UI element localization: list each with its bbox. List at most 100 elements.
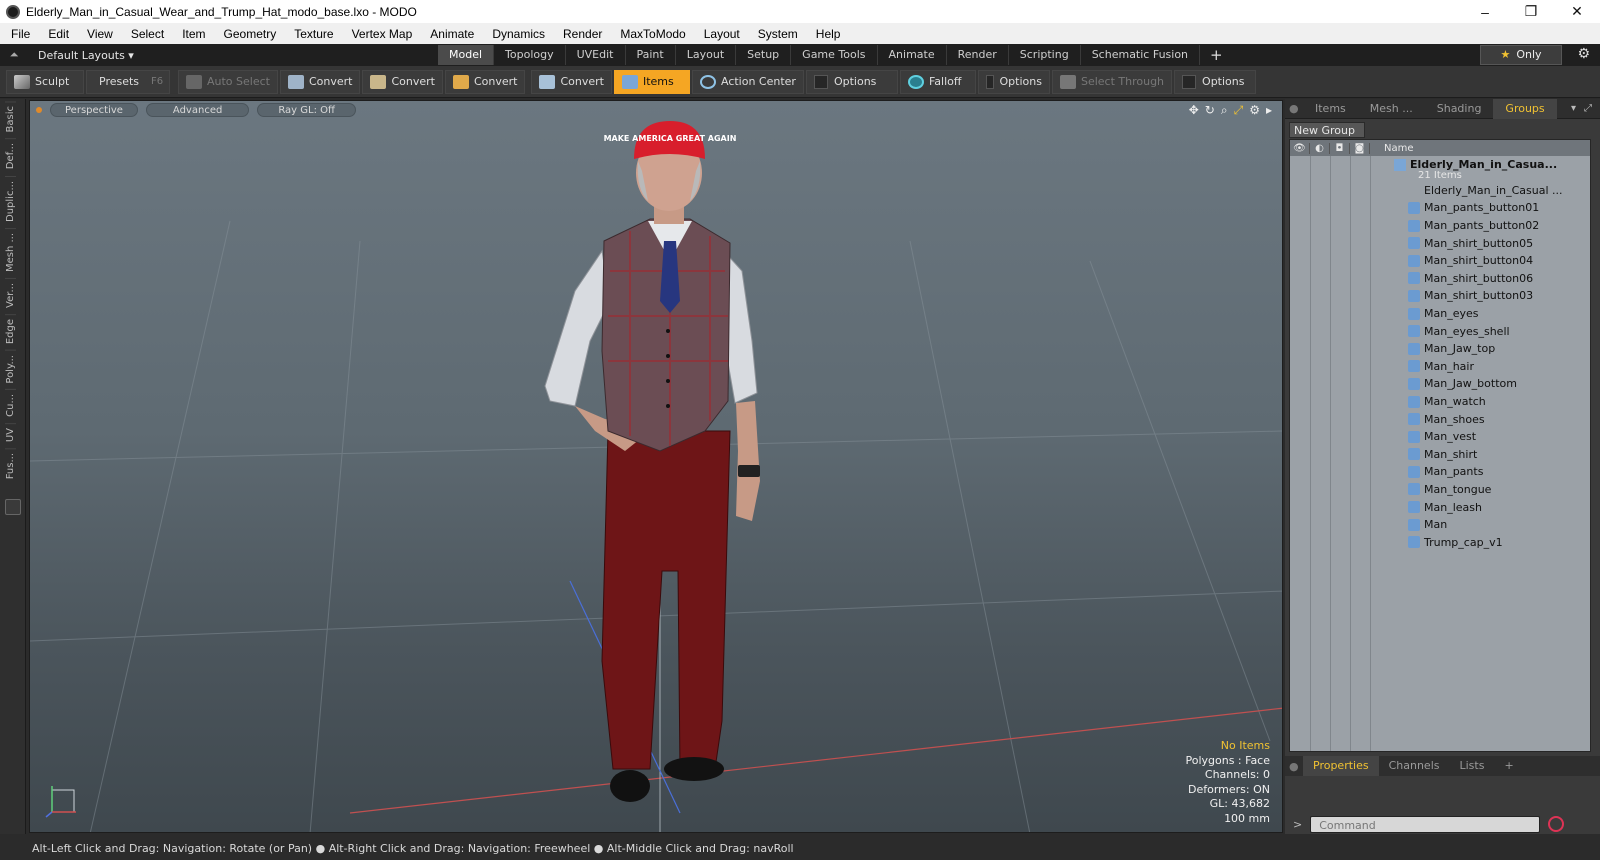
menu-vertex-map[interactable]: Vertex Map — [341, 27, 420, 41]
tab-channels[interactable]: Channels — [1379, 756, 1450, 776]
sculpt-button[interactable]: Sculpt — [6, 69, 84, 94]
rotate-icon[interactable]: ↻ — [1205, 103, 1215, 118]
convert-items-button[interactable]: Convert — [531, 69, 612, 94]
convert-polygons-button[interactable]: Convert — [444, 69, 526, 94]
name-column-header[interactable]: Name — [1370, 143, 1414, 154]
group-item-row[interactable]: Man_hair — [1290, 358, 1590, 376]
viewport-settings-icon[interactable]: ⚙ — [1249, 103, 1260, 118]
convert-edges-button[interactable]: Convert — [362, 69, 443, 94]
gear-icon[interactable]: ⚙ — [1577, 46, 1590, 62]
menu-view[interactable]: View — [76, 27, 120, 41]
falloff-button[interactable]: Falloff — [899, 69, 976, 94]
group-item-row[interactable]: Man_pants_button02 — [1290, 217, 1590, 235]
presets-button[interactable]: Presets F6 — [86, 69, 170, 94]
tab-items[interactable]: Items — [1303, 99, 1358, 119]
select-column-icon[interactable]: ◙ — [1350, 142, 1370, 154]
tab-topology[interactable]: Topology — [494, 45, 566, 65]
perspective-dropdown[interactable]: Perspective — [50, 103, 138, 117]
tab-uvedit[interactable]: UVEdit — [566, 45, 626, 65]
viewport-menu-dot[interactable] — [36, 107, 42, 113]
tab-setup[interactable]: Setup — [736, 45, 792, 65]
advanced-dropdown[interactable]: Advanced — [145, 103, 250, 117]
3d-viewport[interactable]: MAKE AMERICA GREAT AGAIN Perspective Adv… — [29, 100, 1283, 833]
tab-basic[interactable]: Basic — [5, 101, 16, 137]
convert-vertices-button[interactable]: Convert — [279, 69, 361, 94]
panel-popout-icon[interactable]: ⤢ — [1584, 103, 1592, 114]
tab-fusion[interactable]: Fus... — [5, 448, 16, 484]
tab-shading[interactable]: Shading — [1425, 99, 1494, 119]
tab-uv[interactable]: UV — [5, 423, 16, 447]
add-tab-button[interactable]: + — [1200, 45, 1233, 65]
tab-scripting[interactable]: Scripting — [1009, 45, 1081, 65]
menu-dynamics[interactable]: Dynamics — [481, 27, 552, 41]
group-item-row[interactable]: Man_watch — [1290, 393, 1590, 411]
group-item-row[interactable]: Trump_cap_v1 — [1290, 533, 1590, 551]
menu-texture[interactable]: Texture — [283, 27, 340, 41]
tab-polygon[interactable]: Poly... — [5, 349, 16, 388]
group-item-row[interactable]: Man_eyes — [1290, 305, 1590, 323]
group-item-row[interactable]: Man_pants — [1290, 463, 1590, 481]
group-item-row[interactable]: Man_Jaw_bottom — [1290, 375, 1590, 393]
tab-mesh-ops[interactable]: Mesh ... — [1358, 99, 1425, 119]
tab-layout[interactable]: Layout — [676, 45, 737, 65]
panel-menu-dot[interactable]: ● — [1289, 102, 1303, 115]
tab-groups[interactable]: Groups — [1493, 98, 1557, 119]
group-item-row[interactable]: Man_shirt — [1290, 446, 1590, 464]
tab-mesh[interactable]: Mesh ... — [5, 227, 16, 276]
group-item-row[interactable]: Man_vest — [1290, 428, 1590, 446]
menu-render[interactable]: Render — [552, 27, 609, 41]
tab-vertex[interactable]: Ver... — [5, 277, 16, 312]
menu-maxtomodo[interactable]: MaxToModo — [609, 27, 692, 41]
fit-icon[interactable]: ⤢ — [1234, 103, 1244, 118]
menu-file[interactable]: File — [0, 27, 37, 41]
tab-duplicate[interactable]: Duplic... — [5, 175, 16, 226]
close-button[interactable]: ✕ — [1554, 0, 1600, 23]
zoom-icon[interactable]: ⌕ — [1221, 103, 1228, 118]
add-panel-tab-button[interactable]: + — [1494, 756, 1523, 776]
menu-animate[interactable]: Animate — [419, 27, 481, 41]
tab-schematic-fusion[interactable]: Schematic Fusion — [1081, 45, 1201, 65]
select-through-options-button[interactable]: Options — [1174, 69, 1257, 94]
maximize-button[interactable]: ❐ — [1508, 0, 1554, 23]
default-layouts-dropdown[interactable]: Default Layouts ▾ — [38, 49, 438, 62]
tab-lists[interactable]: Lists — [1450, 756, 1495, 776]
falloff-options-button[interactable]: Options — [977, 69, 1050, 94]
action-center-button[interactable]: Action Center — [691, 69, 804, 94]
command-input[interactable]: Command — [1310, 815, 1541, 833]
group-item-row[interactable]: Man_shirt_button05 — [1290, 234, 1590, 252]
tab-model[interactable]: Model — [438, 45, 495, 65]
lock-column-icon[interactable]: ◘ — [1330, 142, 1350, 154]
new-group-button[interactable]: New Group — [1289, 122, 1365, 138]
tab-animate[interactable]: Animate — [878, 45, 947, 65]
menu-select[interactable]: Select — [120, 27, 171, 41]
record-macro-icon[interactable] — [1548, 816, 1565, 832]
menu-item[interactable]: Item — [171, 27, 212, 41]
menu-help[interactable]: Help — [805, 27, 848, 41]
group-item-row[interactable]: Elderly_Man_in_Casual ... — [1290, 182, 1590, 200]
tab-game-tools[interactable]: Game Tools — [791, 45, 878, 65]
menu-edit[interactable]: Edit — [37, 27, 76, 41]
render-column-icon[interactable]: ◐ — [1310, 142, 1330, 154]
group-item-row[interactable]: Man_shirt_button04 — [1290, 252, 1590, 270]
group-item-row[interactable]: Man_shirt_button03 — [1290, 287, 1590, 305]
tab-edge[interactable]: Edge — [5, 313, 16, 348]
visibility-column-icon[interactable]: 👁 — [1290, 142, 1310, 154]
group-item-row[interactable]: Man_pants_button01 — [1290, 199, 1590, 217]
raygl-dropdown[interactable]: Ray GL: Off — [257, 103, 356, 117]
group-item-row[interactable]: Man — [1290, 516, 1590, 534]
group-item-row[interactable]: Man_shoes — [1290, 410, 1590, 428]
group-item-row[interactable]: Man_Jaw_top — [1290, 340, 1590, 358]
strip-toggle-button[interactable] — [5, 499, 21, 515]
group-item-row[interactable]: Man_eyes_shell — [1290, 322, 1590, 340]
tab-deform[interactable]: Def... — [5, 138, 16, 174]
tab-paint[interactable]: Paint — [626, 45, 676, 65]
menu-geometry[interactable]: Geometry — [213, 27, 284, 41]
minimize-button[interactable]: – — [1462, 0, 1508, 23]
viewport-expand-icon[interactable]: ▸ — [1266, 103, 1272, 118]
menu-system[interactable]: System — [747, 27, 805, 41]
tab-curve[interactable]: Cu... — [5, 389, 16, 422]
tab-render[interactable]: Render — [947, 45, 1009, 65]
auto-select-button[interactable]: Auto Select — [178, 69, 278, 94]
bottom-panel-menu-dot[interactable]: ● — [1289, 760, 1303, 773]
select-through-button[interactable]: Select Through — [1051, 69, 1173, 94]
